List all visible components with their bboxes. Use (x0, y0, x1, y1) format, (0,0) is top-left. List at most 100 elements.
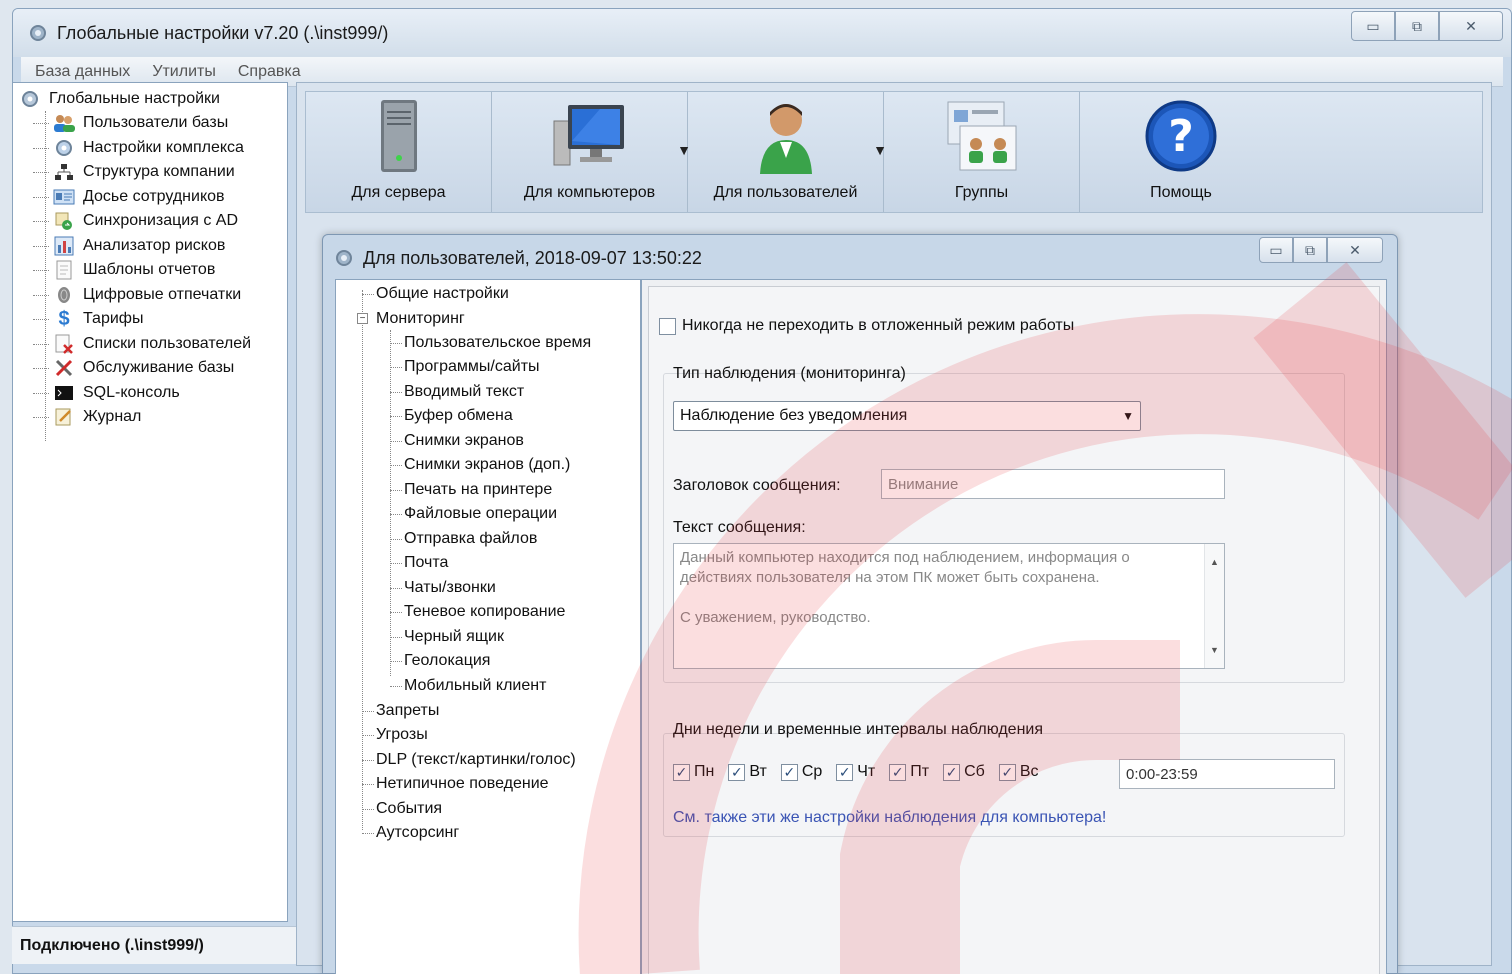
tree-item-risk-analyzer[interactable]: Анализатор рисков (13, 234, 287, 259)
toolbar: Для сервера Для компьютеров ▼ Для пользо… (305, 91, 1483, 213)
subtree-item-shadow-copy[interactable]: Теневое копирование (404, 600, 565, 624)
subtree-item-events[interactable]: События (376, 797, 442, 821)
day-checkbox[interactable]: ✓ (780, 763, 798, 781)
tree-item-label: Синхронизация с AD (83, 212, 239, 230)
never-suspend-checkbox[interactable] (659, 317, 676, 335)
menu-help[interactable]: Справка (238, 63, 301, 81)
day-checkbox[interactable]: ✓ (889, 763, 907, 781)
tree-item-fingerprints[interactable]: Цифровые отпечатки (13, 283, 287, 308)
help-button[interactable]: ? Помощь (1080, 92, 1282, 212)
list-remove-icon (53, 334, 75, 354)
subtree-item-outsourcing[interactable]: Аутсорсинг (376, 821, 459, 845)
tree-item-label: Списки пользователей (83, 334, 252, 352)
dialog-maximize-button[interactable]: ⧉ (1293, 237, 1327, 263)
tree-item-employee-dossier[interactable]: Досье сотрудников (13, 185, 287, 210)
menu-utilities[interactable]: Утилиты (152, 63, 216, 81)
computer-icon (550, 96, 630, 176)
day-mon[interactable]: ✓ Пн (673, 763, 714, 781)
subtree-item-mobile-client[interactable]: Мобильный клиент (404, 674, 546, 698)
monitoring-type-select[interactable]: Наблюдение без уведомления ▼ (673, 401, 1141, 431)
day-thu[interactable]: ✓ Чт (836, 763, 875, 781)
subtree-item-black-box[interactable]: Черный ящик (404, 625, 504, 649)
subtree-item-file-sending[interactable]: Отправка файлов (404, 527, 537, 551)
subtree-item-programs-sites[interactable]: Программы/сайты (404, 355, 540, 379)
days-label: Дни недели и временные интервалы наблюде… (673, 721, 1044, 738)
users-button-label: Для пользователей (713, 184, 858, 201)
dialog-minimize-button[interactable]: ▭ (1259, 237, 1293, 263)
navigation-tree: Глобальные настройки Пользователи базы Н… (12, 82, 288, 922)
subtree-item-file-operations[interactable]: Файловые операции (404, 502, 557, 526)
message-text-area[interactable]: Данный компьютер находится под наблюдени… (673, 543, 1225, 669)
menu-database[interactable]: База данных (35, 63, 130, 81)
subtree-item-threats[interactable]: Угрозы (376, 723, 428, 747)
user-icon (746, 96, 826, 176)
textarea-scrollbar[interactable]: ▲ ▼ (1204, 544, 1224, 668)
day-checkbox[interactable]: ✓ (728, 763, 746, 781)
users-button[interactable]: Для пользователей ▼ (688, 92, 887, 212)
server-button[interactable]: Для сервера (306, 92, 492, 212)
tree-item-tariffs[interactable]: $ Тарифы (13, 307, 287, 332)
day-sat[interactable]: ✓ Сб (943, 763, 985, 781)
message-title-input[interactable]: Внимание (881, 469, 1225, 499)
scroll-up-icon[interactable]: ▲ (1210, 552, 1219, 572)
subtree-item-dlp[interactable]: DLP (текст/картинки/голос) (376, 748, 576, 772)
see-also-computer-link[interactable]: См. также эти же настройки наблюдения дл… (673, 809, 1106, 827)
tree-item-user-lists[interactable]: Списки пользователей (13, 332, 287, 357)
subtree-item-typed-text[interactable]: Вводимый текст (404, 380, 524, 404)
subtree-item-general[interactable]: Общие настройки (376, 282, 509, 306)
day-checkbox[interactable]: ✓ (836, 763, 854, 781)
close-button[interactable]: ✕ (1439, 11, 1503, 41)
interval-input[interactable]: 0:00-23:59 (1119, 759, 1335, 789)
days-row: ✓ Пн ✓ Вт ✓ Ср ✓ Чт ✓ Пт ✓ Сб ✓ Вс (673, 763, 1038, 781)
day-label: Вт (749, 763, 767, 780)
dollar-icon: $ (58, 307, 70, 330)
tree-item-label: Обслуживание базы (83, 359, 235, 377)
tree-item-journal[interactable]: Журнал (13, 405, 287, 430)
day-label: Чт (857, 763, 876, 780)
settings-icon (53, 138, 75, 158)
tree-item-db-maintenance[interactable]: Обслуживание базы (13, 356, 287, 381)
minimize-button[interactable]: ▭ (1351, 11, 1395, 41)
subtree-item-geolocation[interactable]: Геолокация (404, 649, 490, 673)
day-fri[interactable]: ✓ Пт (889, 763, 929, 781)
subtree-item-mail[interactable]: Почта (404, 551, 448, 575)
maximize-button[interactable]: ⧉ (1395, 11, 1439, 41)
tree-item-label: SQL-консоль (83, 383, 180, 401)
tree-item-sql-console[interactable]: SQL-консоль (13, 381, 287, 406)
subtree-item-monitoring[interactable]: Мониторинг (376, 307, 465, 331)
never-suspend-label: Никогда не переходить в отложенный режим… (682, 317, 1075, 334)
day-wed[interactable]: ✓ Ср (780, 763, 822, 781)
subtree-item-atypical-behavior[interactable]: Нетипичное поведение (376, 772, 549, 796)
tree-item-company-structure[interactable]: Структура компании (13, 160, 287, 185)
day-checkbox[interactable]: ✓ (673, 763, 690, 781)
day-label: Сб (964, 763, 985, 780)
subtree-item-printing[interactable]: Печать на принтере (404, 478, 552, 502)
tree-item-complex-settings[interactable]: Настройки комплекса (13, 136, 287, 161)
tree-item-label: Шаблоны отчетов (83, 261, 216, 279)
scroll-down-icon[interactable]: ▼ (1210, 640, 1219, 660)
server-button-label: Для сервера (351, 184, 446, 201)
dialog-close-button[interactable]: ✕ (1327, 237, 1383, 263)
subtree-item-restrictions[interactable]: Запреты (376, 699, 439, 723)
tree-item-ad-sync[interactable]: Синхронизация с AD (13, 209, 287, 234)
subtree-item-clipboard[interactable]: Буфер обмена (404, 404, 513, 428)
day-sun[interactable]: ✓ Вс (998, 763, 1038, 781)
collapse-icon[interactable]: − (357, 313, 368, 324)
computers-button[interactable]: Для компьютеров ▼ (492, 92, 691, 212)
message-title-label: Заголовок сообщения: (673, 477, 841, 494)
subtree-item-screenshots-extra[interactable]: Снимки экранов (доп.) (404, 453, 570, 477)
groups-button[interactable]: Группы (884, 92, 1080, 212)
tree-item-db-users[interactable]: Пользователи базы (13, 111, 287, 136)
tree-item-label: Тарифы (83, 310, 144, 328)
tree-root-label: Глобальные настройки (49, 90, 220, 107)
subtree-item-chats-calls[interactable]: Чаты/звонки (404, 576, 496, 600)
message-text-line: действиях пользователя на этом ПК может … (680, 569, 1100, 586)
tree-item-report-templates[interactable]: Шаблоны отчетов (13, 258, 287, 283)
day-checkbox[interactable]: ✓ (943, 763, 961, 781)
tree-root[interactable]: Глобальные настройки (13, 87, 287, 111)
subtree-item-user-time[interactable]: Пользовательское время (404, 331, 591, 355)
day-tue[interactable]: ✓ Вт (728, 763, 767, 781)
day-checkbox[interactable]: ✓ (998, 763, 1016, 781)
tree-item-label: Настройки комплекса (83, 138, 244, 156)
subtree-item-screenshots[interactable]: Снимки экранов (404, 429, 524, 453)
